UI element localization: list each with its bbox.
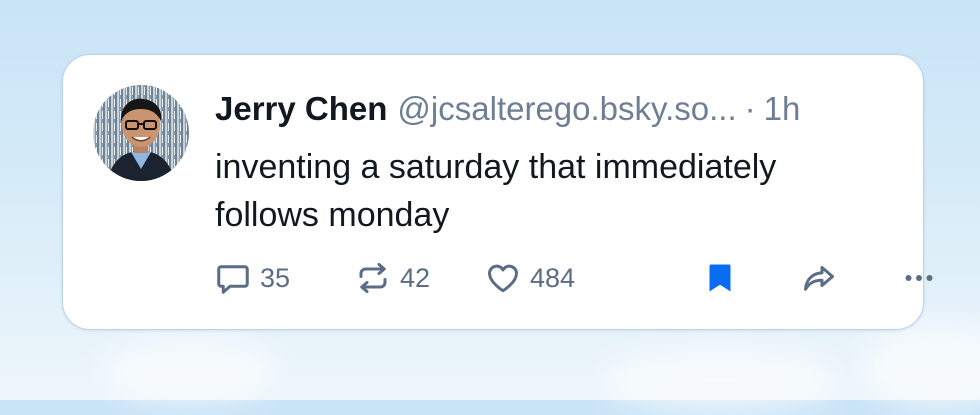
repost-icon <box>359 263 387 293</box>
repost-count: 42 <box>400 262 431 293</box>
bookmark-button[interactable] <box>702 253 738 303</box>
repost-button[interactable]: 42 <box>355 253 430 303</box>
avatar-image <box>93 85 189 181</box>
share-button[interactable] <box>801 253 837 303</box>
author-name[interactable]: Jerry Chen <box>215 87 387 131</box>
author-handle[interactable]: @jcsalterego.bsky.so... <box>397 87 736 131</box>
more-icon <box>905 275 933 281</box>
background-cloud <box>600 345 840 415</box>
avatar[interactable] <box>93 85 189 181</box>
heart-icon <box>488 264 518 293</box>
separator-dot: · <box>744 90 756 127</box>
post-timestamp[interactable]: 1h <box>764 87 801 131</box>
post-header: Jerry Chen @jcsalterego.bsky.so... · 1h <box>215 87 800 131</box>
like-button[interactable]: 484 <box>485 253 575 303</box>
post-actions: 35 42 484 <box>215 253 933 303</box>
share-icon <box>804 266 834 291</box>
more-options-button[interactable] <box>901 253 937 303</box>
reply-count: 35 <box>260 262 291 293</box>
background-cloud <box>860 320 980 410</box>
reply-button[interactable]: 35 <box>215 253 290 303</box>
background-cloud <box>100 335 280 405</box>
like-count: 484 <box>530 262 576 293</box>
post-text: inventing a saturday that immediately fo… <box>215 148 777 234</box>
reply-icon <box>217 265 249 294</box>
bookmark-icon <box>709 264 731 292</box>
post-card[interactable]: Jerry Chen @jcsalterego.bsky.so... · 1h … <box>62 54 933 330</box>
